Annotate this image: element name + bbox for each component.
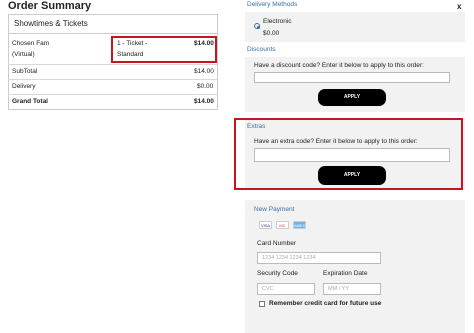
order-summary-title: Order Summary	[8, 0, 92, 12]
expiration-label: Expiration Date	[323, 270, 368, 277]
delivery-value: $0.00	[197, 83, 214, 90]
remember-card-label: Remember credit card for future use	[269, 300, 382, 307]
payment-panel	[245, 200, 465, 333]
delivery-label: Delivery	[12, 83, 36, 90]
card-number-input[interactable]: 1234 1234 1234 1234	[257, 252, 381, 264]
discount-code-input[interactable]	[254, 72, 450, 83]
expiration-input[interactable]: MM / YY	[323, 283, 381, 295]
visa-icon: VISA	[259, 221, 272, 229]
grand-total-value: $14.00	[194, 98, 214, 105]
showtimes-header-label: Showtimes & Tickets	[14, 19, 88, 28]
delivery-option-price: $0.00	[263, 30, 280, 37]
close-button[interactable]: x	[457, 2, 461, 11]
amex-icon: AMEX	[293, 221, 306, 229]
divider	[8, 64, 218, 65]
delivery-method-panel	[245, 12, 465, 42]
delivery-methods-title: Delivery Methods	[247, 1, 298, 8]
delivery-radio[interactable]	[254, 23, 260, 29]
discount-apply-button[interactable]: APPLY	[318, 89, 386, 106]
remember-card-checkbox[interactable]	[259, 301, 265, 307]
mastercard-icon: MC	[276, 221, 289, 229]
divider	[8, 94, 218, 95]
item-name-line1: Chosen Fam	[12, 40, 50, 47]
security-code-label: Security Code	[257, 270, 298, 277]
item-name-line2: (Virtual)	[12, 51, 35, 58]
new-payment-title: New Payment	[254, 206, 295, 213]
divider	[8, 79, 218, 80]
subtotal-label: SubTotal	[12, 68, 38, 75]
subtotal-value: $14.00	[194, 68, 214, 75]
extras-highlight-box	[234, 118, 463, 190]
security-code-input[interactable]: CVC	[257, 283, 315, 295]
card-number-label: Card Number	[257, 240, 297, 247]
delivery-option-name: Electronic	[263, 18, 292, 25]
grand-total-label: Grand Total	[12, 98, 48, 105]
discounts-title: Discounts	[247, 46, 276, 53]
ticket-highlight-box	[111, 36, 217, 63]
discount-prompt: Have a discount code? Enter it below to …	[254, 62, 424, 69]
